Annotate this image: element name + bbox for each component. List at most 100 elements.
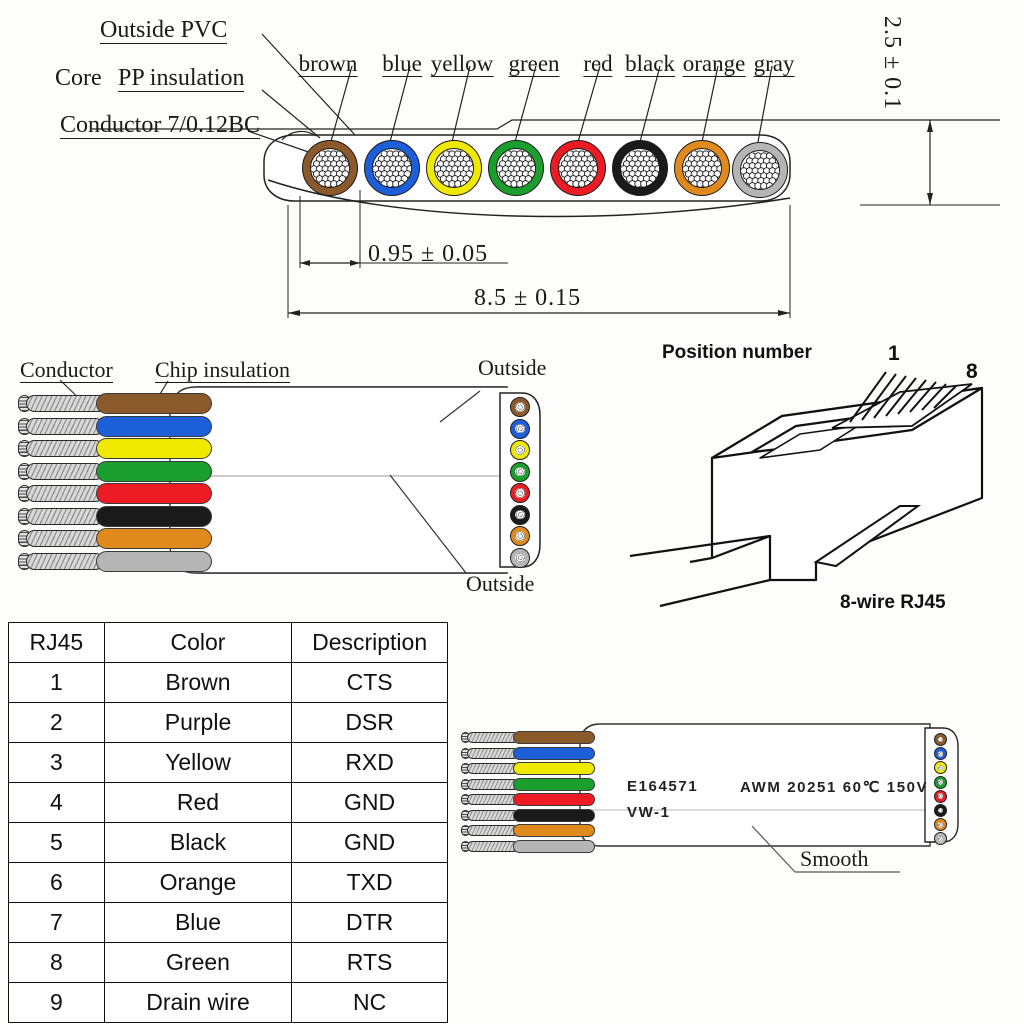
table-cell-color: Brown — [103, 662, 293, 703]
wire-core-orange — [682, 148, 722, 188]
table-cell-description: DTR — [291, 902, 448, 943]
table-cell-description: GND — [291, 782, 448, 823]
br-end-circle-brown — [934, 733, 947, 746]
table-header-rj45: RJ45 — [8, 622, 105, 663]
end-circle-black — [510, 504, 530, 525]
printed-cable-figure: E164571 VW-1 AWM 20251 60℃ 150V Smooth — [455, 700, 1015, 900]
table-header-description: Description — [291, 622, 448, 663]
table-cell-description: CTS — [291, 662, 448, 703]
dim-width: 8.5 ± 0.15 — [474, 285, 582, 311]
table-cell-color: Drain wire — [103, 982, 293, 1023]
table-cell-color: Black — [103, 822, 293, 863]
wire-label-red: red — [583, 51, 613, 77]
end-circle-gray — [510, 547, 530, 568]
label-conductor-mid: Conductor — [20, 357, 113, 383]
table-row: 4 Red GND — [8, 782, 448, 823]
rj45-caption: 8-wire RJ45 — [840, 592, 946, 613]
table-cell-description: RXD — [291, 742, 448, 783]
rj45-pinout-table: RJ45 Color Description 1 Brown CTS 2 Purple D… — [8, 622, 448, 1023]
table-row: 1 Brown CTS — [8, 662, 448, 703]
print-awm-rating: AWM 20251 60℃ 150V — [740, 779, 929, 796]
rj45-connector-figure: Position number 1 8 8-wire RJ45 — [600, 330, 1024, 630]
rj45-pin-1-label: 1 — [888, 342, 900, 365]
end-circle-blue — [510, 418, 530, 439]
print-vw1: VW-1 — [627, 804, 671, 821]
rj45-position-number-title: Position number — [662, 342, 812, 363]
label-outside-pvc: Outside PVC — [100, 17, 228, 44]
wire-circle-group — [0, 0, 1024, 330]
label-chip-insulation: Chip insulation — [155, 357, 291, 383]
print-e164571: E164571 — [627, 778, 699, 795]
table-row: 6 Orange TXD — [8, 862, 448, 903]
br-end-circle-black — [934, 804, 947, 817]
table-cell-color: Purple — [103, 702, 293, 743]
wire-circle-black — [612, 140, 668, 196]
table-cell-pin: 7 — [8, 902, 105, 943]
table-row: 7 Blue DTR — [8, 902, 448, 943]
wire-circle-orange — [674, 140, 730, 196]
br-end-circle-gray — [934, 832, 947, 846]
dim-thickness: 2.5 ± 0.1 — [879, 16, 905, 111]
br-end-circle-green — [934, 775, 947, 789]
label-pp-insulation: PP insulation — [118, 65, 245, 92]
table-cell-description: TXD — [291, 862, 448, 903]
flat-cable-figure: Conductor Chip insulation Outside Outsid… — [0, 345, 590, 630]
wire-core-yellow — [434, 148, 474, 188]
rj45-vector — [629, 371, 984, 608]
table-cell-description: RTS — [291, 942, 448, 983]
table-cell-color: Orange — [103, 862, 293, 903]
table-row: 8 Green RTS — [8, 942, 448, 983]
br-end-circle-orange — [934, 818, 947, 832]
cable-cross-section-figure: Outside PVC Core PP insulation Conductor… — [0, 0, 1024, 330]
wire-label-blue: blue — [382, 51, 422, 77]
table-cell-pin: 9 — [8, 982, 105, 1023]
label-core-prefix: Core — [55, 65, 102, 91]
table-cell-color: Red — [103, 782, 293, 823]
wire-circle-yellow — [426, 140, 482, 196]
table-cell-description: DSR — [291, 702, 448, 743]
table-cell-pin: 8 — [8, 942, 105, 983]
end-circle-yellow — [510, 440, 530, 460]
table-cell-color: Yellow — [103, 742, 293, 783]
wire-circle-gray — [732, 142, 788, 198]
br-end-circle-group — [455, 700, 1015, 900]
table-body: 1 Brown CTS 2 Purple DSR 3 Yellow RXD 4 Red GND 5 Bla… — [8, 662, 448, 1023]
wire-core-gray — [740, 150, 780, 190]
table-cell-pin: 4 — [8, 782, 105, 823]
wire-label-black: black — [625, 51, 675, 77]
wire-label-yellow: yellow — [430, 51, 494, 77]
table-cell-pin: 3 — [8, 742, 105, 783]
wire-label-orange: orange — [682, 51, 746, 77]
end-circle-green — [510, 461, 530, 482]
table-cell-color: Green — [103, 942, 293, 983]
wire-circle-green — [488, 140, 544, 196]
end-circle-orange — [510, 526, 530, 546]
table-cell-color: Blue — [103, 902, 293, 943]
wire-core-green — [496, 148, 536, 188]
table-row: 9 Drain wire NC — [8, 982, 448, 1023]
rj45-pin-8-label: 8 — [966, 360, 978, 383]
wire-circle-brown — [302, 140, 358, 196]
table-cell-pin: 5 — [8, 822, 105, 863]
table-row: 2 Purple DSR — [8, 702, 448, 743]
br-end-circle-blue — [934, 747, 947, 761]
wire-label-brown: brown — [298, 51, 358, 77]
table-cell-description: NC — [291, 982, 448, 1023]
table-cell-pin: 6 — [8, 862, 105, 903]
wire-core-brown — [310, 148, 350, 188]
wire-core-red — [558, 148, 598, 188]
label-conductor-7-0-12bc: Conductor 7/0.12BC — [60, 112, 261, 139]
table-row: 5 Black GND — [8, 822, 448, 863]
table-header-color: Color — [103, 622, 293, 663]
end-circle-brown — [510, 397, 530, 417]
table-row: 3 Yellow RXD — [8, 742, 448, 783]
label-outside-top: Outside — [478, 355, 547, 380]
dim-pitch: 0.95 ± 0.05 — [368, 241, 489, 267]
wire-core-black — [620, 148, 660, 188]
wire-core-blue — [372, 148, 412, 188]
table-cell-description: GND — [291, 822, 448, 863]
table-cell-pin: 1 — [8, 662, 105, 703]
table-cell-pin: 2 — [8, 702, 105, 743]
wire-circle-red — [550, 140, 606, 196]
br-end-circle-yellow — [934, 761, 947, 775]
